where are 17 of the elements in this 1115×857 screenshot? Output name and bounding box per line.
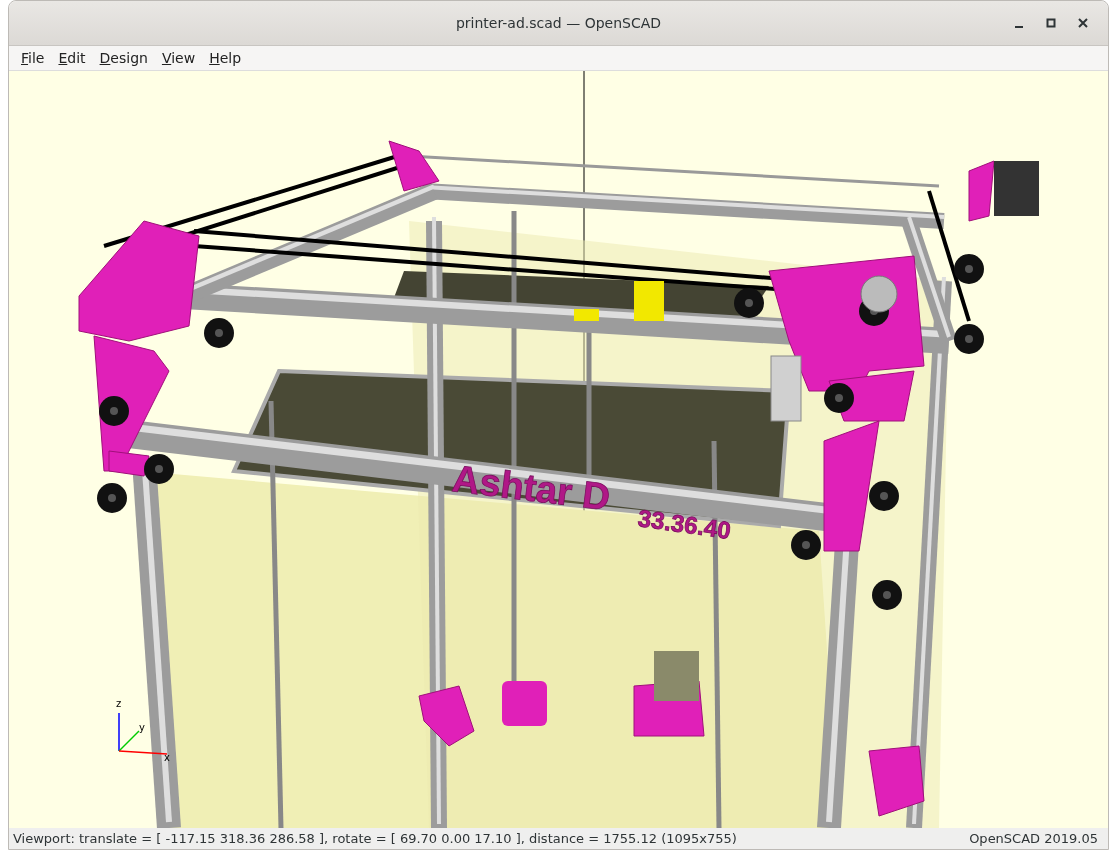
menu-item[interactable]: Edit: [52, 48, 92, 68]
axis-label: x: [164, 752, 170, 763]
menu-item[interactable]: Help: [203, 48, 248, 68]
axes-icon: [118, 712, 168, 755]
menu-item[interactable]: File: [15, 48, 51, 68]
viewport-info: Viewport: translate = [ -117.15 318.36 286.58 ], rotate = [ 69.70 0.00 17.10 ], distance = 1755.12 (1095x755): [13, 831, 737, 846]
close-icon: [1078, 18, 1088, 28]
model-text: Ashtar D: [450, 457, 613, 519]
model-text: 33.36.40: [636, 504, 733, 544]
axis-label: y: [139, 722, 145, 733]
version-label: OpenSCAD 2019.05: [969, 831, 1098, 846]
minimize-icon: [1015, 26, 1023, 28]
menu-item[interactable]: View: [155, 48, 202, 68]
window-title: printer-ad.scad — OpenSCAD: [455, 15, 662, 31]
menu-item[interactable]: Design: [93, 48, 154, 68]
axis-label: z: [116, 698, 122, 709]
maximize-icon: [1046, 18, 1056, 28]
